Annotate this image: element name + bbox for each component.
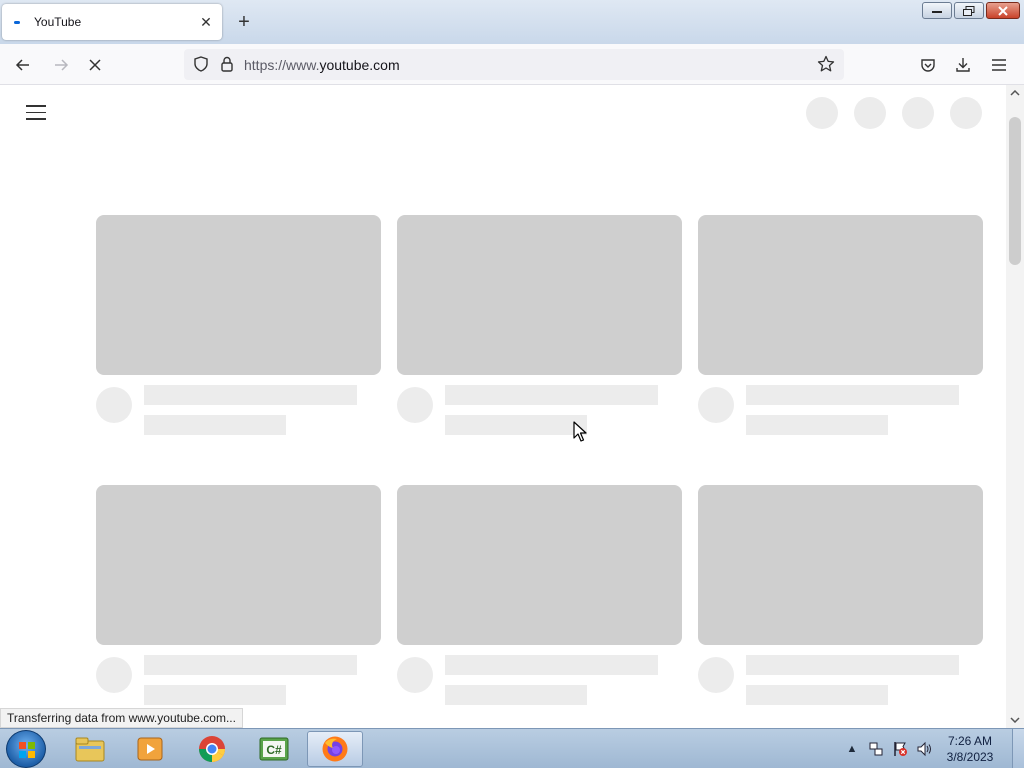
url-text[interactable]: https://www.youtube.com	[244, 57, 400, 73]
video-card-skeleton	[96, 485, 381, 705]
clock[interactable]: 7:26 AM 3/8/2023	[940, 733, 1000, 765]
system-tray: ▲ 7:26 AM 3/8/2023	[844, 729, 1024, 768]
csharp-editor-taskbar-button[interactable]: C#	[246, 731, 302, 767]
hamburger-icon[interactable]	[26, 105, 46, 121]
meta-line-skeleton	[144, 415, 286, 435]
url-host: youtube.com	[319, 57, 400, 73]
title-line-skeleton	[144, 655, 357, 675]
status-text: Transferring data from www.youtube.com..…	[0, 708, 243, 728]
navigation-bar: https://www.youtube.com	[0, 44, 1024, 85]
vertical-scrollbar[interactable]	[1006, 85, 1024, 728]
title-line-skeleton	[144, 385, 357, 405]
clock-date: 3/8/2023	[946, 750, 994, 764]
skeleton-avatar-placeholder	[950, 97, 982, 129]
tab-youtube[interactable]: YouTube ✕	[2, 4, 222, 40]
restore-button[interactable]	[954, 2, 984, 19]
channel-avatar-skeleton	[96, 657, 132, 693]
thumbnail-skeleton	[397, 215, 682, 375]
restore-icon	[963, 5, 975, 16]
meta-line-skeleton	[746, 415, 888, 435]
firefox-taskbar-button[interactable]	[307, 731, 363, 767]
scroll-down-arrow-icon[interactable]	[1006, 712, 1024, 728]
thumbnail-skeleton	[698, 215, 983, 375]
video-card-skeleton	[698, 485, 983, 705]
title-line-skeleton	[746, 385, 959, 405]
chrome-icon	[198, 736, 226, 763]
video-card-skeleton	[96, 215, 381, 435]
stop-x-icon	[89, 59, 101, 71]
page-content	[0, 85, 1006, 728]
meta-line-skeleton	[144, 685, 286, 705]
clock-time: 7:26 AM	[947, 734, 993, 748]
channel-avatar-skeleton	[698, 657, 734, 693]
media-player-icon	[137, 737, 163, 761]
video-card-skeleton	[397, 215, 682, 435]
new-tab-button[interactable]: +	[232, 10, 256, 34]
loading-icon	[14, 20, 20, 24]
back-button[interactable]	[12, 54, 34, 76]
skeleton-icon-placeholder	[902, 97, 934, 129]
close-icon[interactable]: ✕	[196, 12, 216, 32]
scroll-up-arrow-icon[interactable]	[1006, 85, 1024, 101]
csharp-file-icon: C#	[259, 737, 289, 761]
pocket-button[interactable]	[917, 54, 939, 76]
forward-button[interactable]	[50, 54, 72, 76]
channel-avatar-skeleton	[397, 387, 433, 423]
downloads-button[interactable]	[952, 54, 974, 76]
browser-window: YouTube ✕ + https://www.youtube.com Tran…	[0, 0, 1024, 768]
bookmark-star-icon[interactable]	[815, 53, 837, 75]
channel-avatar-skeleton	[698, 387, 734, 423]
skeleton-icon-placeholder	[806, 97, 838, 129]
download-icon	[956, 58, 970, 72]
scrollbar-thumb[interactable]	[1009, 117, 1021, 265]
tab-strip: YouTube ✕ +	[0, 0, 1024, 44]
forward-arrow-icon	[55, 59, 69, 71]
channel-avatar-skeleton	[96, 387, 132, 423]
volume-icon[interactable]	[916, 741, 932, 757]
close-window-button[interactable]	[986, 2, 1020, 19]
firefox-icon	[322, 736, 348, 762]
video-card-skeleton	[397, 485, 682, 705]
chrome-taskbar-button[interactable]	[184, 731, 240, 767]
start-button[interactable]	[6, 730, 46, 768]
folder-icon	[75, 737, 105, 762]
tab-title: YouTube	[34, 15, 82, 29]
thumbnail-skeleton	[96, 215, 381, 375]
shield-icon[interactable]	[190, 53, 212, 75]
minimize-icon	[932, 10, 942, 13]
back-arrow-icon	[15, 59, 29, 71]
pocket-icon	[921, 59, 935, 72]
media-player-taskbar-button[interactable]	[122, 731, 178, 767]
taskbar: C# ▲ 7:26 AM 3/8/2023	[0, 728, 1024, 768]
windows-logo-icon	[19, 742, 35, 758]
action-center-flag-icon[interactable]	[892, 741, 908, 757]
title-line-skeleton	[746, 655, 959, 675]
thumbnail-skeleton	[397, 485, 682, 645]
title-line-skeleton	[445, 655, 658, 675]
url-scheme: https://www.	[244, 57, 320, 73]
show-hidden-icons-icon[interactable]: ▲	[844, 741, 860, 757]
channel-avatar-skeleton	[397, 657, 433, 693]
window-controls	[922, 2, 1020, 19]
thumbnail-skeleton	[96, 485, 381, 645]
app-menu-button[interactable]	[988, 54, 1010, 76]
close-x-icon	[998, 5, 1008, 16]
stop-button[interactable]	[84, 54, 106, 76]
network-icon[interactable]	[868, 741, 884, 757]
explorer-taskbar-button[interactable]	[62, 731, 118, 767]
thumbnail-skeleton	[698, 485, 983, 645]
mouse-cursor-icon	[573, 421, 587, 442]
meta-line-skeleton	[445, 685, 587, 705]
meta-line-skeleton	[445, 415, 587, 435]
video-card-skeleton	[698, 215, 983, 435]
skeleton-icon-placeholder	[854, 97, 886, 129]
show-desktop-button[interactable]	[1012, 729, 1024, 768]
minimize-button[interactable]	[922, 2, 952, 19]
menu-icon	[992, 59, 1006, 71]
svg-text:C#: C#	[266, 743, 282, 757]
url-bar[interactable]: https://www.youtube.com	[184, 49, 844, 80]
lock-icon[interactable]	[216, 53, 238, 75]
title-line-skeleton	[445, 385, 658, 405]
meta-line-skeleton	[746, 685, 888, 705]
